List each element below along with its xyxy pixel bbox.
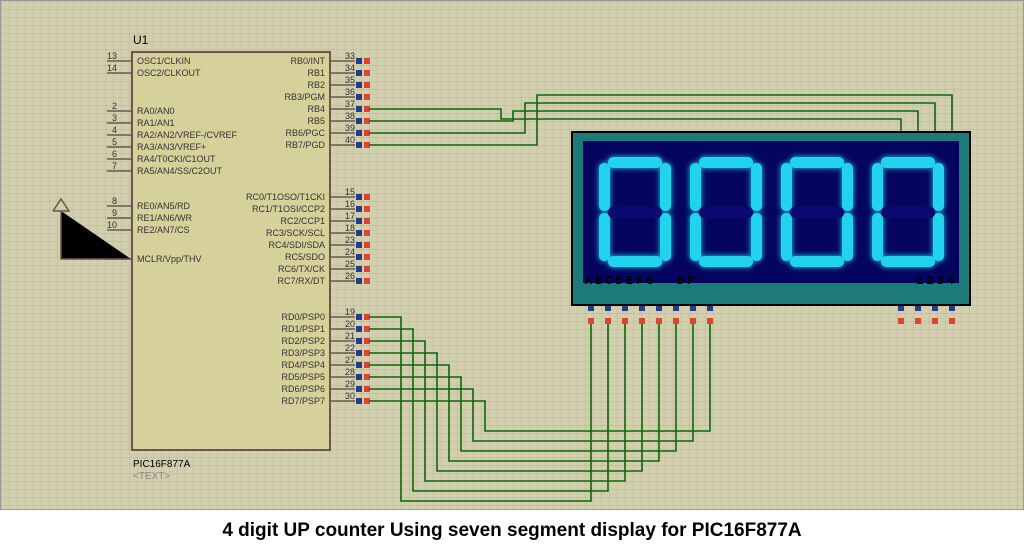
- segment-labels: ABCDEFG DP: [585, 274, 697, 288]
- digit-2: [686, 153, 766, 271]
- svg-text:33: 33: [345, 51, 355, 61]
- svg-text:15: 15: [345, 187, 355, 197]
- display-screen: [583, 141, 959, 283]
- svg-text:28: 28: [345, 367, 355, 377]
- svg-text:10: 10: [107, 220, 117, 230]
- svg-text:5: 5: [112, 137, 117, 147]
- svg-text:34: 34: [345, 63, 355, 73]
- digit-4: [868, 153, 948, 271]
- svg-text:29: 29: [345, 379, 355, 389]
- svg-text:39: 39: [345, 123, 355, 133]
- svg-text:38: 38: [345, 111, 355, 121]
- svg-text:16: 16: [345, 199, 355, 209]
- svg-text:6: 6: [112, 149, 117, 159]
- svg-text:23: 23: [345, 235, 355, 245]
- svg-text:13: 13: [107, 51, 117, 61]
- svg-text:24: 24: [345, 247, 355, 257]
- svg-text:9: 9: [112, 208, 117, 218]
- chip-reference: U1: [133, 33, 148, 47]
- schematic-canvas: U1 PIC16F877A <TEXT> 13OSC1/CLKIN14OSC2/…: [0, 0, 1024, 510]
- svg-text:7: 7: [112, 161, 117, 171]
- svg-text:4: 4: [112, 125, 117, 135]
- svg-text:17: 17: [345, 211, 355, 221]
- svg-text:19: 19: [345, 307, 355, 317]
- digit-labels: 1234: [916, 274, 957, 288]
- svg-text:21: 21: [345, 331, 355, 341]
- svg-text:36: 36: [345, 87, 355, 97]
- svg-text:35: 35: [345, 75, 355, 85]
- svg-text:25: 25: [345, 259, 355, 269]
- svg-text:14: 14: [107, 63, 117, 73]
- svg-text:3: 3: [112, 113, 117, 123]
- svg-text:27: 27: [345, 355, 355, 365]
- svg-text:26: 26: [345, 271, 355, 281]
- svg-text:2: 2: [112, 101, 117, 111]
- digit-3: [777, 153, 857, 271]
- caption: 4 digit UP counter Using seven segment d…: [0, 520, 1024, 542]
- svg-text:37: 37: [345, 99, 355, 109]
- svg-text:22: 22: [345, 343, 355, 353]
- svg-text:8: 8: [112, 196, 117, 206]
- ic-chip: [131, 51, 331, 451]
- svg-text:18: 18: [345, 223, 355, 233]
- seven-segment-module: ABCDEFG DP 1234: [571, 131, 971, 306]
- svg-text:30: 30: [345, 391, 355, 401]
- svg-text:1: 1: [112, 249, 117, 259]
- chip-partnumber: PIC16F877A: [133, 459, 190, 470]
- digit-1: [595, 153, 675, 271]
- svg-text:20: 20: [345, 319, 355, 329]
- chip-placeholder: <TEXT>: [133, 471, 170, 482]
- svg-text:40: 40: [345, 135, 355, 145]
